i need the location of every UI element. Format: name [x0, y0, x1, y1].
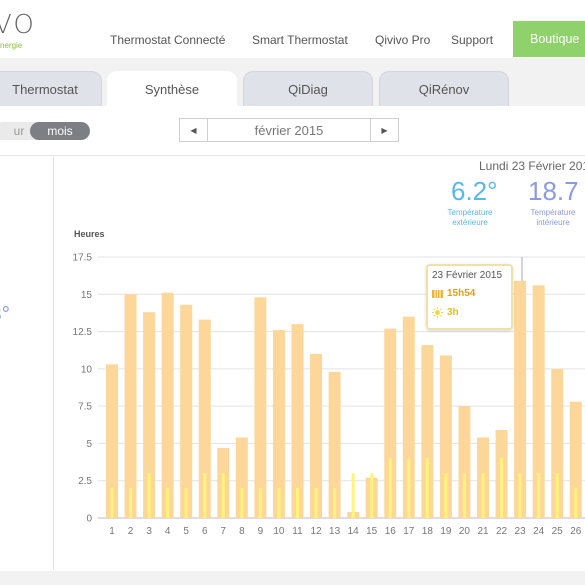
x-tick-label: 15	[366, 526, 378, 537]
sun-bar	[166, 488, 170, 518]
radiator-icon	[432, 290, 443, 298]
shop-button[interactable]: Boutique	[513, 21, 585, 57]
y-tick-label: 5	[86, 439, 92, 450]
triangle-right-icon: ▶	[381, 125, 388, 135]
y-tick-label: 17.5	[73, 253, 93, 264]
x-tick-label: 6	[202, 526, 208, 537]
nav-link-support[interactable]: Support	[451, 33, 493, 47]
x-tick-label: 4	[165, 526, 171, 537]
x-tick-label: 2	[128, 526, 134, 537]
sun-bar	[277, 488, 281, 518]
sun-bar	[203, 473, 207, 518]
x-tick-label: 17	[403, 526, 415, 537]
logo-tagline: nergie	[0, 41, 23, 50]
heating-bar	[161, 292, 174, 518]
sun-bar	[462, 473, 466, 518]
triangle-left-icon: ◀	[190, 125, 197, 135]
x-tick-label: 16	[385, 526, 397, 537]
sun-bar	[351, 473, 355, 518]
x-tick-label: 1	[109, 526, 115, 537]
summary-heating-value: h	[0, 243, 1, 267]
sun-bar	[296, 488, 299, 518]
sun-bar	[221, 473, 225, 518]
sun-bar	[481, 473, 485, 518]
summary-panel: h 3°	[0, 157, 54, 570]
sun-bar	[258, 488, 262, 518]
tab-thermostat[interactable]: Thermostat	[0, 71, 102, 106]
sun-bar	[425, 458, 429, 518]
nav-link-smart-thermostat[interactable]: Smart Thermostat	[252, 33, 348, 47]
sun-bar	[407, 458, 411, 518]
sun-bar	[574, 488, 578, 518]
x-tick-label: 11	[292, 526, 303, 537]
sun-icon	[432, 307, 443, 318]
sun-bar	[314, 488, 318, 518]
x-tick-label: 18	[422, 526, 434, 537]
month-label: février 2015	[254, 122, 324, 138]
sun-bar	[333, 488, 337, 518]
x-tick-label: 13	[329, 526, 341, 537]
y-axis-label: Heures	[74, 229, 105, 239]
x-tick-label: 7	[221, 526, 227, 537]
summary-temperature-value: 3°	[0, 303, 11, 326]
sun-bar	[129, 488, 133, 518]
y-tick-label: 7.5	[78, 402, 92, 413]
sun-bar	[147, 473, 151, 518]
tab-qidiag[interactable]: QiDiag	[243, 71, 373, 106]
heating-bar	[124, 294, 137, 518]
sun-bar	[110, 488, 114, 518]
x-tick-label: 19	[440, 526, 452, 537]
sun-bar	[240, 488, 244, 518]
x-tick-label: 25	[552, 526, 564, 537]
tab-synthese[interactable]: Synthèse	[107, 71, 237, 106]
y-tick-label: 0	[86, 514, 92, 525]
x-tick-label: 12	[310, 526, 322, 537]
sun-bar	[388, 458, 392, 518]
x-tick-label: 21	[477, 526, 489, 537]
sun-bar	[537, 473, 541, 518]
chart-tooltip: 23 Février 2015 15h54 3h	[426, 264, 513, 330]
x-tick-label: 8	[239, 526, 245, 537]
outdoor-temperature: 6.2°	[451, 176, 498, 206]
indoor-temperature: 18.7	[528, 176, 579, 206]
x-tick-label: 20	[459, 526, 471, 537]
x-tick-label: 5	[183, 526, 189, 537]
period-toggle-month[interactable]: mois	[30, 122, 90, 140]
sun-bar	[370, 473, 374, 518]
tooltip-heating-value: 15h54	[447, 288, 476, 299]
x-tick-label: 10	[273, 526, 285, 537]
next-month-button[interactable]: ▶	[370, 119, 398, 141]
sun-bar	[184, 488, 188, 518]
x-tick-label: 23	[515, 526, 527, 537]
x-tick-label: 24	[533, 526, 545, 537]
tab-qirenov[interactable]: QiRénov	[379, 71, 509, 106]
tooltip-sun-value: 3h	[447, 307, 459, 318]
sun-bar	[444, 473, 448, 518]
sun-bar	[555, 473, 559, 518]
logo[interactable]: VO	[0, 10, 36, 40]
site-header: VO nergie Thermostat Connecté Smart Ther…	[0, 0, 585, 58]
heating-bar	[180, 304, 193, 518]
nav-link-thermostat-connecte[interactable]: Thermostat Connecté	[110, 33, 225, 47]
prev-month-button[interactable]: ◀	[180, 119, 208, 141]
nav-link-qivivo-pro[interactable]: Qivivo Pro	[375, 33, 430, 47]
heating-bar	[254, 297, 267, 518]
x-tick-label: 22	[496, 526, 508, 537]
footer-band	[0, 571, 585, 585]
y-tick-label: 2.5	[78, 476, 92, 487]
selected-date: Lundi 23 Février 2015	[479, 159, 585, 173]
x-tick-label: 3	[146, 526, 152, 537]
y-tick-label: 12.5	[73, 327, 93, 338]
x-tick-label: 14	[348, 526, 360, 537]
y-tick-label: 15	[81, 290, 93, 301]
x-tick-label: 26	[570, 526, 582, 537]
x-tick-label: 9	[258, 526, 264, 537]
sun-bar	[500, 458, 504, 518]
tooltip-date: 23 Février 2015	[432, 270, 503, 281]
y-tick-label: 10	[81, 364, 93, 375]
tab-bar: Thermostat Synthèse QiDiag QiRénov	[0, 58, 585, 106]
sun-bar	[518, 473, 522, 518]
month-navigator: ◀ février 2015 ▶	[179, 118, 399, 142]
